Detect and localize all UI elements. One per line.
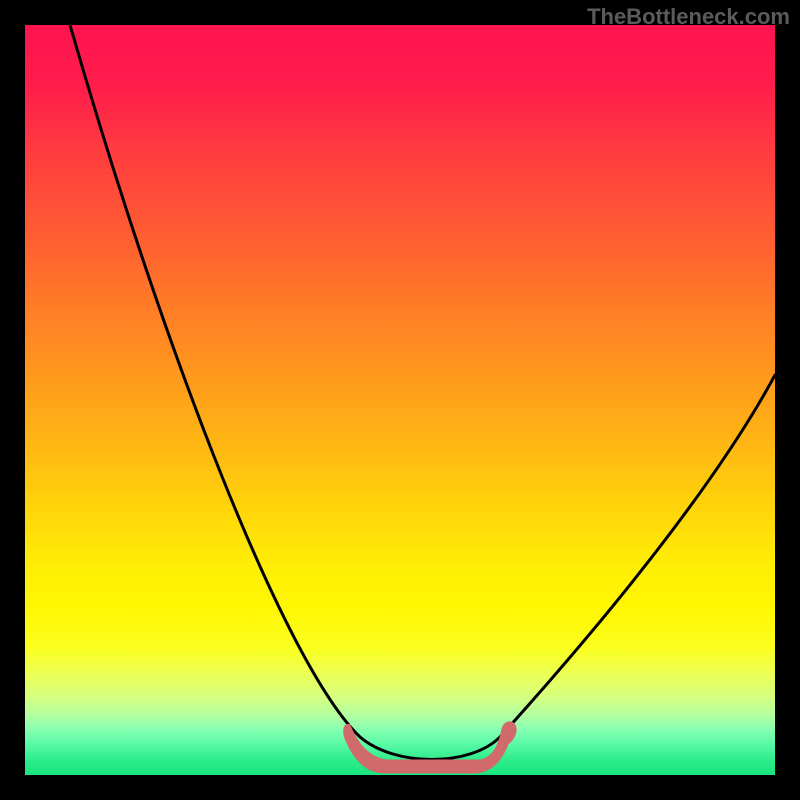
watermark-text: TheBottleneck.com — [587, 4, 790, 30]
plot-area — [25, 25, 775, 775]
optimal-band-shape — [344, 722, 516, 773]
chart-frame: TheBottleneck.com — [0, 0, 800, 800]
optimal-band-dot — [502, 722, 516, 736]
optimal-band — [25, 25, 775, 775]
